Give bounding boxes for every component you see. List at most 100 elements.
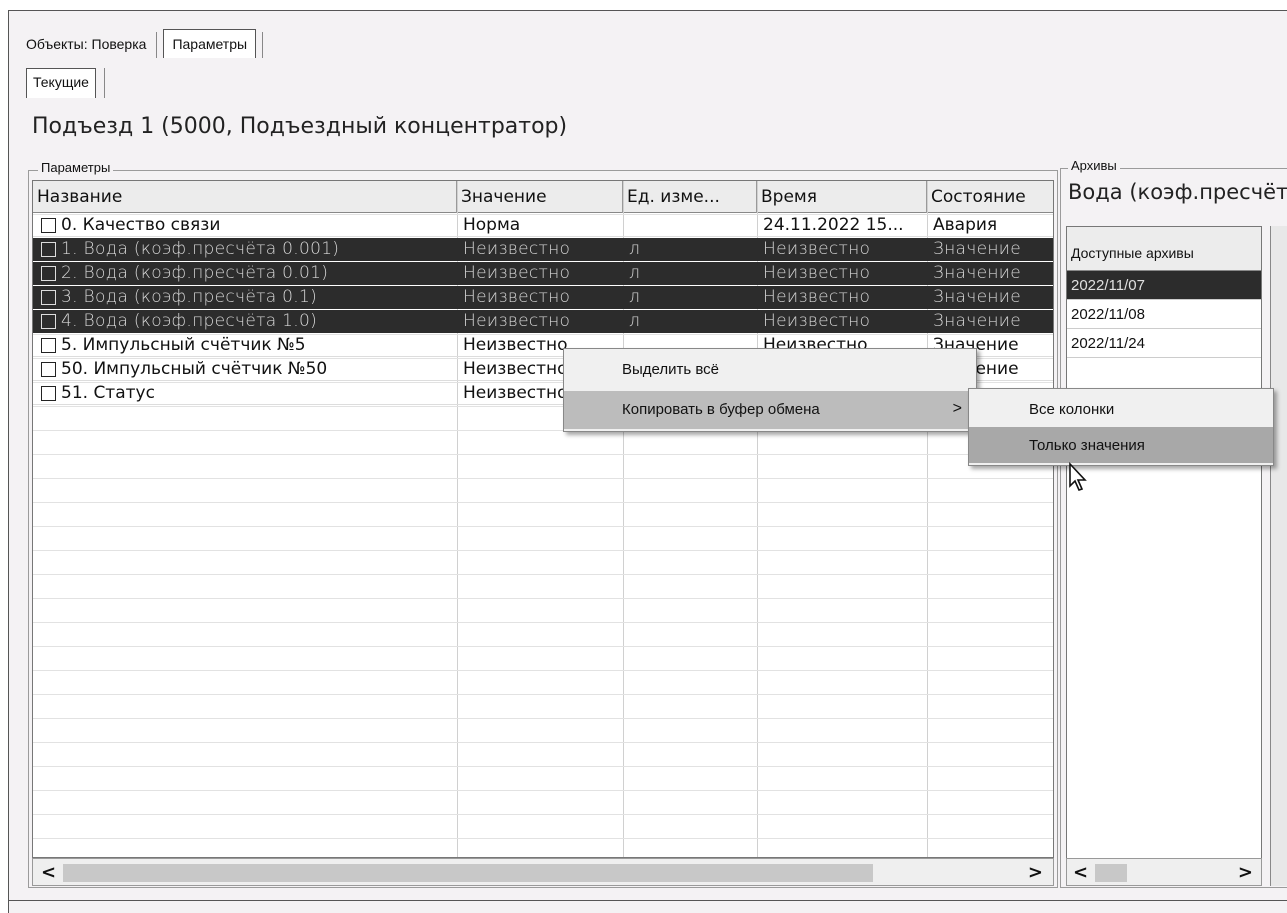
menu-item-label: Все колонки: [1029, 401, 1115, 418]
column-header-name[interactable]: Название: [33, 181, 457, 213]
cell-state: Значение: [933, 263, 1022, 283]
menu-item-all-columns[interactable]: Все колонки: [969, 391, 1273, 427]
context-menu: Выделить всё Копировать в буфер обмена >: [563, 348, 977, 432]
grid-header: Название Значение Ед. изме... Время Сост…: [33, 181, 1053, 213]
grid-row-line: [33, 790, 1053, 791]
table-row[interactable]: 2. Вода (коэф.пресчёта 0.01) Неизвестно л Н…: [33, 262, 1053, 285]
scroll-left-icon[interactable]: <: [1073, 862, 1088, 883]
archives-horizontal-scrollbar[interactable]: < >: [1066, 858, 1262, 886]
column-header-state[interactable]: Состояние: [927, 181, 1053, 213]
grid-row-line: [33, 814, 1053, 815]
grid-row-line: [33, 718, 1053, 719]
tab-separator: [103, 68, 105, 98]
row-checkbox[interactable]: [41, 242, 56, 257]
cell-unit: л: [629, 311, 641, 331]
cell-name: 4. Вода (коэф.пресчёта 1.0): [61, 311, 318, 331]
cell-state: Значение: [933, 311, 1022, 331]
cell-name: 2. Вода (коэф.пресчёта 0.01): [61, 263, 329, 283]
menu-item-label: Выделить всё: [622, 361, 720, 378]
cell-name: 0. Качество связи: [61, 215, 221, 235]
cell-name: 3. Вода (коэф.пресчёта 0.1): [61, 287, 318, 307]
cell-time: Неизвестно: [763, 263, 871, 283]
grid-row-line: [33, 766, 1053, 767]
cell-value: Неизвестно: [463, 287, 571, 307]
menu-item-copy-to-clipboard[interactable]: Копировать в буфер обмена >: [564, 391, 976, 429]
cell-unit: л: [629, 263, 641, 283]
params-grid[interactable]: Название Значение Ед. изме... Время Сост…: [32, 180, 1054, 858]
cell-value: Неизвестно: [463, 311, 571, 331]
cell-unit: [623, 214, 757, 237]
menu-item-label: Копировать в буфер обмена: [622, 401, 820, 418]
cell-name: 51. Статус: [61, 383, 155, 403]
params-horizontal-scrollbar[interactable]: < >: [32, 858, 1054, 886]
cell-name: 50. Импульсный счётчик №50: [61, 359, 328, 379]
row-checkbox[interactable]: [41, 338, 56, 353]
cell-unit: л: [629, 287, 641, 307]
scroll-thumb[interactable]: [1095, 864, 1127, 882]
grid-row-line: [33, 838, 1053, 839]
grid-row-line: [33, 454, 1053, 455]
archives-list[interactable]: Доступные архивы 2022/11/07 2022/11/08 2…: [1066, 226, 1262, 886]
cell-unit: л: [629, 239, 641, 259]
column-header-unit[interactable]: Ед. изме...: [623, 181, 757, 213]
grid-row-line: [33, 574, 1053, 575]
scroll-right-icon[interactable]: >: [1028, 862, 1043, 883]
table-row[interactable]: 4. Вода (коэф.пресчёта 1.0) Неизвестно л Не…: [33, 310, 1053, 333]
frame-bottom: [8, 900, 1287, 901]
row-checkbox[interactable]: [41, 218, 56, 233]
scroll-left-icon[interactable]: <: [41, 862, 56, 883]
grid-row-line: [33, 646, 1053, 647]
row-checkbox[interactable]: [41, 314, 56, 329]
archive-item[interactable]: 2022/11/08: [1067, 300, 1261, 329]
table-row[interactable]: 0. Качество связи Норма 24.11.2022 15... Ав…: [33, 214, 1053, 237]
scroll-thumb[interactable]: [63, 864, 873, 882]
cell-time: Неизвестно: [763, 311, 871, 331]
grid-row-line: [33, 502, 1053, 503]
tab-current[interactable]: Текущие: [26, 68, 96, 98]
table-row[interactable]: 3. Вода (коэф.пресчёта 0.1) Неизвестно л Не…: [33, 286, 1053, 309]
cell-name: 1. Вода (коэф.пресчёта 0.001): [61, 239, 340, 259]
grid-row-line: [33, 670, 1053, 671]
cell-state: Авария: [933, 215, 998, 235]
column-header-value[interactable]: Значение: [457, 181, 623, 213]
archives-title: Вода (коэф.пресчёта: [1068, 180, 1287, 204]
tab-params[interactable]: Параметры: [163, 29, 257, 58]
context-submenu: Все колонки Только значения: [968, 388, 1274, 466]
row-checkbox[interactable]: [41, 266, 56, 281]
menu-item-label: Только значения: [1029, 437, 1145, 454]
cell-state: Значение: [933, 287, 1022, 307]
menu-item-values-only[interactable]: Только значения: [969, 427, 1273, 463]
row-checkbox[interactable]: [41, 386, 56, 401]
cell-time: 24.11.2022 15...: [763, 215, 904, 235]
top-tab-bar: Объекты: Поверка Параметры: [26, 22, 264, 58]
cell-name: 5. Импульсный счётчик №5: [61, 335, 306, 355]
archive-item[interactable]: 2022/11/24: [1067, 329, 1261, 358]
row-checkbox[interactable]: [41, 290, 56, 305]
sub-tab-bar: Текущие: [26, 68, 105, 98]
cell-state: Значение: [933, 239, 1022, 259]
cell-value: Норма: [463, 215, 521, 235]
menu-item-select-all[interactable]: Выделить всё: [564, 351, 976, 389]
tab-separator: [262, 32, 264, 58]
submenu-arrow-icon: >: [952, 400, 962, 417]
tab-objects[interactable]: Объекты: Поверка: [26, 28, 156, 58]
archives-list-header[interactable]: Доступные архивы: [1067, 227, 1261, 271]
column-header-time[interactable]: Время: [757, 181, 927, 213]
cell-value: Неизвестно: [463, 239, 571, 259]
grid-row-line: [33, 526, 1053, 527]
mouse-cursor-icon: [1069, 462, 1087, 491]
tab-separator: [156, 32, 158, 58]
grid-row-line: [33, 598, 1053, 599]
archives-group-legend: Архивы: [1068, 158, 1120, 173]
cell-time: Неизвестно: [763, 239, 871, 259]
page-title: Подъезд 1 (5000, Подъездный концентратор…: [32, 114, 568, 139]
row-checkbox[interactable]: [41, 362, 56, 377]
scroll-right-icon[interactable]: >: [1238, 862, 1253, 883]
archive-item[interactable]: 2022/11/07: [1067, 271, 1261, 300]
cell-time: Неизвестно: [763, 287, 871, 307]
table-row[interactable]: 1. Вода (коэф.пресчёта 0.001) Неизвестно л…: [33, 238, 1053, 261]
right-panel-edge: [1270, 226, 1287, 886]
grid-row-line: [33, 622, 1053, 623]
params-group-legend: Параметры: [38, 160, 114, 175]
cell-value: Неизвестно: [463, 263, 571, 283]
